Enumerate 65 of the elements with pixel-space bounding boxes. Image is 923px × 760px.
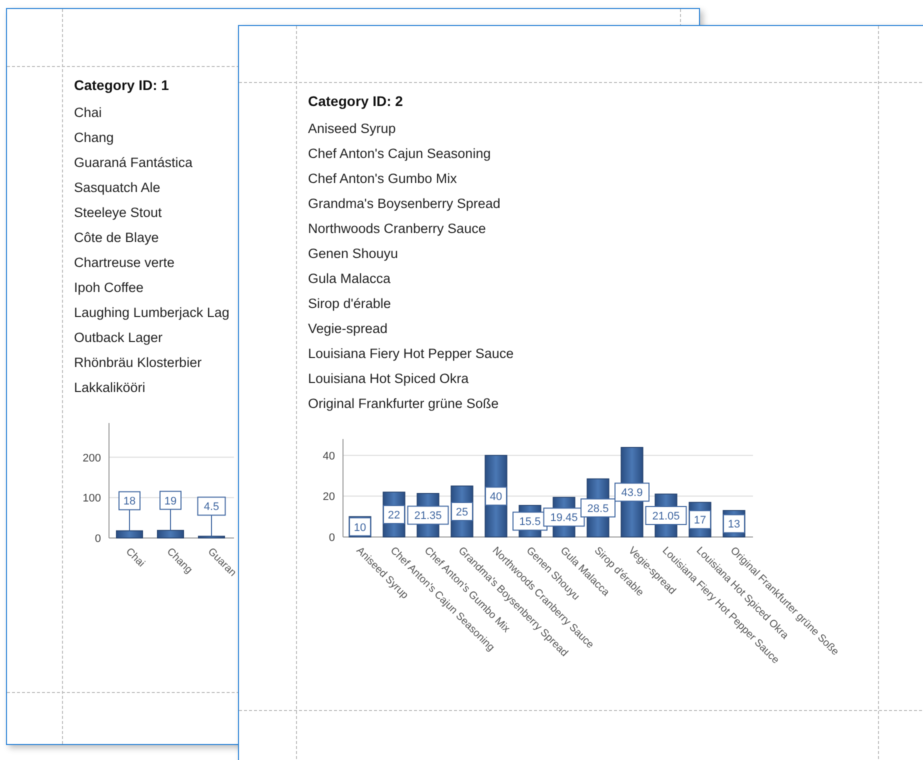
tick-label: 0 — [94, 533, 101, 545]
data-label: 21.35 — [414, 510, 442, 522]
value-label: 40 — [485, 486, 507, 506]
product-name: Genen Shouyu — [308, 245, 400, 263]
product-name: Laughing Lumberjack Lag — [74, 304, 230, 322]
category-title: Category ID: 2 — [308, 93, 404, 109]
value-label: 15.5 — [512, 512, 548, 531]
value-label: 13 — [723, 514, 745, 534]
value-label: 4.5 — [197, 496, 226, 537]
data-label: 18 — [123, 496, 136, 508]
product-name: Northwoods Cranberry Sauce — [308, 220, 487, 238]
bar — [116, 530, 144, 538]
data-label: 21.05 — [652, 510, 680, 523]
bar — [156, 530, 184, 538]
product-name: Sasquatch Ale — [74, 179, 162, 197]
tick-label: 20 — [322, 491, 335, 504]
value-label: 21.05 — [645, 506, 687, 525]
data-label: 15.5 — [519, 516, 541, 528]
tick-label: 0 — [328, 532, 335, 544]
product-name: Grandma's Boysenberry Spread — [308, 195, 502, 213]
data-label: 22 — [388, 510, 400, 522]
tick-label: 100 — [82, 492, 101, 505]
product-name: Rhönbräu Klosterbier — [74, 354, 203, 372]
product-name: Outback Lager — [74, 329, 164, 347]
data-label: 10 — [354, 522, 366, 534]
tick-label: 40 — [322, 450, 335, 462]
product-name: Ipoh Coffee — [74, 279, 145, 297]
product-name: Louisiana Hot Spiced Okra — [308, 370, 470, 388]
data-label: 19.45 — [550, 512, 578, 524]
tick-label: 200 — [82, 452, 101, 464]
product-name: Steeleye Stout — [74, 204, 163, 222]
product-name: Côte de Blaye — [74, 229, 160, 247]
product-name: Aniseed Syrup — [308, 120, 397, 138]
data-label: 40 — [490, 491, 502, 504]
product-name: Guaraná Fantástica — [74, 154, 194, 172]
data-label: 25 — [456, 506, 468, 518]
product-name: Chartreuse verte — [74, 254, 176, 272]
value-label: 25 — [451, 502, 473, 521]
product-name: Chef Anton's Cajun Seasoning — [308, 145, 492, 163]
category-title: Category ID: 1 — [74, 77, 170, 93]
data-label: 13 — [728, 518, 740, 531]
bar — [198, 536, 226, 538]
value-label: 21.35 — [407, 506, 449, 525]
value-label: 22 — [383, 505, 405, 524]
product-name: Original Frankfurter grüne Soße — [308, 395, 500, 413]
product-name: Gula Malacca — [308, 270, 392, 288]
data-label: 19 — [164, 495, 177, 508]
product-name: Vegie-spread — [308, 320, 389, 338]
data-label: 4.5 — [204, 501, 220, 514]
product-name: Louisiana Fiery Hot Pepper Sauce — [308, 345, 515, 363]
value-label: 10 — [349, 517, 371, 536]
value-label: 18 — [118, 491, 140, 532]
data-label: 28.5 — [587, 502, 609, 515]
value-label: 17 — [689, 510, 711, 530]
data-label: 17 — [694, 514, 706, 527]
data-label: 43.9 — [621, 487, 643, 500]
product-name: Chang — [74, 129, 115, 147]
value-label: 43.9 — [614, 482, 650, 502]
product-name: Sirop d'érable — [308, 295, 392, 313]
value-label: 28.5 — [580, 498, 616, 518]
value-label: 19 — [160, 490, 182, 531]
value-label: 19.45 — [543, 508, 585, 527]
product-name: Chai — [74, 104, 103, 122]
product-name: Chef Anton's Gumbo Mix — [308, 170, 458, 188]
product-name: Lakkalikööri — [74, 379, 146, 397]
